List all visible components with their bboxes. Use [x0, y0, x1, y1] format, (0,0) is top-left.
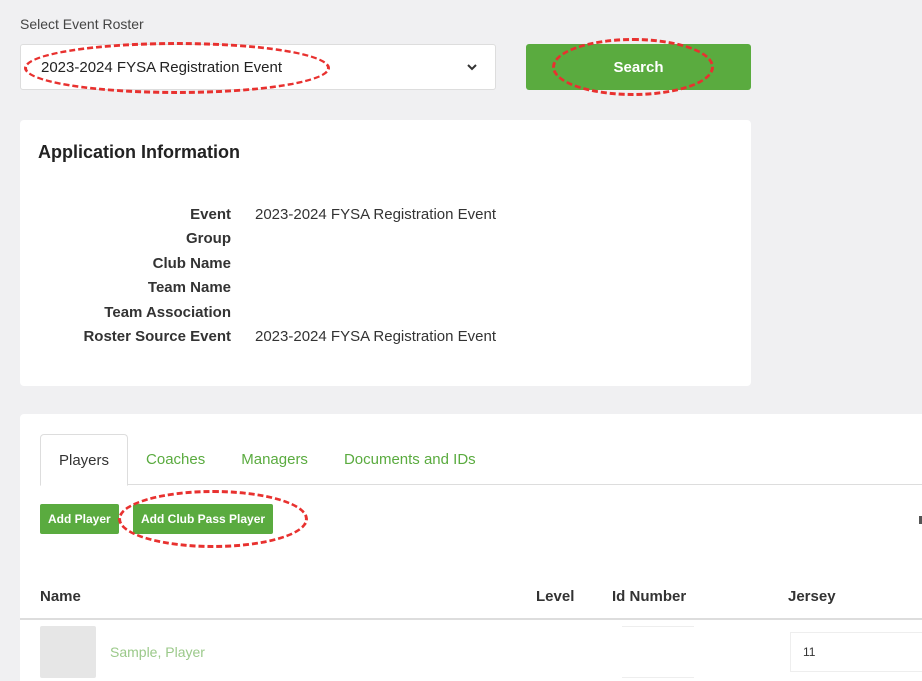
application-information-title: Application Information [38, 142, 240, 162]
chevron-down-icon [467, 64, 477, 71]
info-key: Club Name [152, 254, 231, 272]
table-row[interactable]: Sample, Player 11 [20, 622, 922, 681]
select-event-roster-label: Select Event Roster [20, 16, 144, 32]
add-player-button[interactable]: Add Player [40, 504, 119, 534]
info-row-group: Group [20, 227, 751, 252]
search-button[interactable]: Search [526, 44, 751, 90]
info-row-event: Event 2023-2024 FYSA Registration Event [20, 202, 751, 227]
info-key: Team Association [104, 303, 231, 321]
info-value: 2023-2024 FYSA Registration Event [255, 205, 496, 223]
info-key: Group [186, 230, 231, 248]
add-club-pass-player-button[interactable]: Add Club Pass Player [133, 504, 274, 534]
info-row-team-name: Team Name [20, 276, 751, 301]
info-key: Event [190, 205, 231, 223]
player-name-link[interactable]: Sample, Player [110, 644, 205, 660]
id-number-cell [622, 626, 694, 678]
roster-tabs: Players Coaches Managers Documents and I… [40, 434, 922, 486]
event-roster-select[interactable]: 2023-2024 FYSA Registration Event [20, 44, 496, 90]
players-table-header: Name Level Id Number Jersey [20, 574, 922, 620]
info-key: Roster Source Event [83, 328, 231, 346]
application-information-table: Event 2023-2024 FYSA Registration Event … [20, 202, 751, 349]
event-roster-selected-value: 2023-2024 FYSA Registration Event [41, 58, 282, 76]
info-row-roster-source-event: Roster Source Event 2023-2024 FYSA Regis… [20, 325, 751, 350]
tab-players[interactable]: Players [40, 434, 129, 486]
application-information-panel: Application Information Event 2023-2024 … [20, 120, 751, 386]
jersey-field[interactable]: 11 [790, 632, 922, 672]
roster-page: Select Event Roster 2023-2024 FYSA Regis… [0, 0, 922, 681]
info-value: 2023-2024 FYSA Registration Event [255, 328, 496, 346]
info-row-club-name: Club Name [20, 251, 751, 276]
info-key: Team Name [147, 279, 231, 297]
tab-documents-and-ids[interactable]: Documents and IDs [326, 434, 494, 485]
tab-managers[interactable]: Managers [223, 434, 326, 485]
info-row-team-association: Team Association [20, 300, 751, 325]
avatar [40, 626, 96, 678]
column-header-id-number[interactable]: Id Number [612, 588, 686, 605]
column-header-name[interactable]: Name [40, 588, 81, 605]
roster-panel: Players Coaches Managers Documents and I… [20, 414, 922, 681]
column-header-jersey[interactable]: Jersey [788, 588, 836, 605]
tab-coaches[interactable]: Coaches [128, 434, 223, 485]
column-header-level[interactable]: Level [536, 588, 574, 605]
